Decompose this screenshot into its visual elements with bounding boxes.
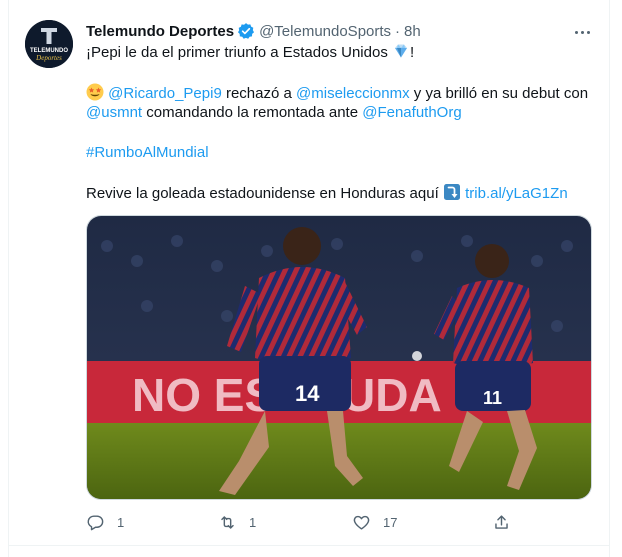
- tweet-text-line: Revive la goleada estadounidense en Hond…: [86, 184, 568, 202]
- retweet-button[interactable]: 1: [218, 510, 256, 534]
- separator-dot: ·: [395, 22, 401, 40]
- tweet-text-line: @usmnt comandando la remontada ante @Fen…: [86, 104, 462, 121]
- tweet-text-line: #RumboAlMundial: [86, 143, 209, 163]
- tweet-actions: 1 1 17: [86, 510, 592, 534]
- star-struck-emoji-icon: [86, 83, 104, 101]
- reply-icon: [87, 514, 104, 530]
- display-name[interactable]: Telemundo Deportes: [86, 23, 234, 40]
- share-button[interactable]: [492, 510, 511, 534]
- tweet-header: Telemundo Deportes @TelemundoSports · 8h: [86, 20, 421, 42]
- external-link[interactable]: trib.al/yLaG1Zn: [465, 185, 568, 202]
- mention-link[interactable]: @usmnt: [86, 104, 142, 121]
- divider: [8, 0, 9, 557]
- timestamp[interactable]: 8h: [404, 23, 421, 40]
- right-arrow-curving-down-icon: [443, 184, 460, 200]
- avatar[interactable]: TELEMUNDO Deportes: [25, 20, 73, 68]
- soccer-photo-image: NO ES UDA 14 11: [87, 216, 591, 499]
- gem-emoji-icon: [394, 44, 407, 58]
- svg-text:NO ES: NO ES: [132, 369, 275, 421]
- like-count: 17: [383, 514, 398, 530]
- tweet-card[interactable]: TELEMUNDO Deportes Telemundo Deportes @T…: [0, 0, 622, 557]
- tweet-photo[interactable]: NO ES UDA 14 11: [86, 215, 592, 500]
- svg-text:11: 11: [483, 388, 502, 408]
- share-icon: [495, 514, 508, 529]
- telemundo-logo: TELEMUNDO Deportes: [25, 20, 73, 68]
- divider: [609, 0, 610, 557]
- svg-text:14: 14: [295, 381, 320, 406]
- heart-icon: [353, 515, 370, 530]
- user-handle[interactable]: @TelemundoSports: [259, 23, 391, 40]
- more-options-icon[interactable]: [571, 24, 593, 40]
- mention-link[interactable]: @Ricardo_Pepi9: [108, 85, 222, 102]
- verified-badge-icon: [238, 23, 255, 39]
- mention-link[interactable]: @FenafuthOrg: [362, 104, 461, 121]
- divider: [8, 545, 610, 546]
- tweet-text-line: @Ricardo_Pepi9 rechazó a @miseleccionmx …: [86, 83, 588, 104]
- hashtag-link[interactable]: #RumboAlMundial: [86, 144, 209, 161]
- svg-text:Deportes: Deportes: [35, 54, 62, 62]
- retweet-count: 1: [249, 514, 257, 530]
- svg-text:UDA: UDA: [342, 369, 442, 421]
- retweet-icon: [221, 515, 234, 529]
- reply-button[interactable]: 1: [86, 510, 124, 534]
- mention-link[interactable]: @miseleccionmx: [296, 85, 410, 102]
- like-button[interactable]: 17: [352, 510, 397, 534]
- reply-count: 1: [117, 514, 125, 530]
- tweet-text-line: ¡Pepi le da el primer triunfo a Estados …: [86, 44, 415, 61]
